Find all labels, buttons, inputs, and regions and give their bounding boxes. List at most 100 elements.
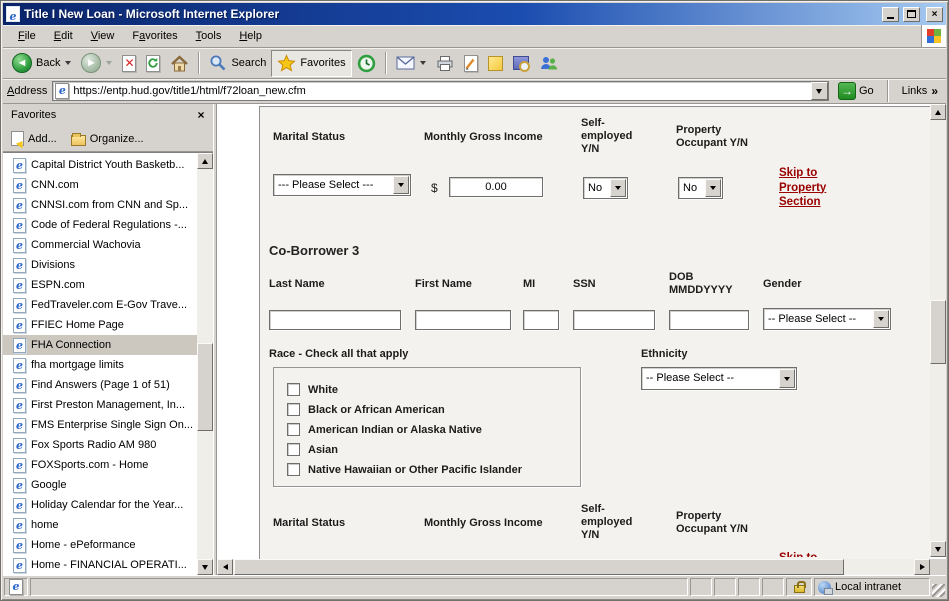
favorite-item[interactable]: Holiday Calendar for the Year... — [3, 495, 197, 515]
favorite-item[interactable]: CNNSI.com from CNN and Sp... — [3, 195, 197, 215]
self-employed-select[interactable]: No — [583, 177, 628, 199]
favorite-item[interactable]: Home - FINANCIAL OPERATI... — [3, 555, 197, 575]
race-checkbox[interactable] — [287, 443, 300, 456]
address-dropdown-button[interactable] — [811, 82, 828, 100]
favorites-scrollbar[interactable] — [197, 153, 213, 575]
favorite-item[interactable]: FHA Connection — [3, 335, 197, 355]
favorite-item[interactable]: Home - ePeformance — [3, 535, 197, 555]
favorite-item[interactable]: fha mortgage limits — [3, 355, 197, 375]
messenger-button[interactable] — [534, 50, 563, 77]
menu-item-help[interactable]: Help — [230, 27, 271, 45]
race-checkbox[interactable] — [287, 383, 300, 396]
search-button[interactable]: Search — [204, 50, 271, 77]
favorite-item[interactable]: ESPN.com — [3, 275, 197, 295]
favorite-item[interactable]: Code of Federal Regulations -... — [3, 215, 197, 235]
mail-button[interactable] — [391, 50, 431, 77]
favorite-item[interactable]: Capital District Youth Basketb... — [3, 155, 197, 175]
menu-item-view[interactable]: View — [82, 27, 124, 45]
add-favorite-label: Add... — [28, 133, 57, 145]
scrollbar-thumb[interactable] — [234, 559, 844, 575]
scrollbar-thumb[interactable] — [930, 300, 946, 364]
mi-label: MI — [523, 278, 535, 291]
skip-to-property-link[interactable]: Skip to Property Section — [779, 166, 849, 210]
content-horizontal-scrollbar[interactable] — [217, 559, 930, 575]
back-button[interactable]: ◄ Back — [7, 50, 76, 77]
links-button[interactable]: Links » — [898, 84, 942, 98]
favorite-item[interactable]: FedTraveler.com E-Gov Trave... — [3, 295, 197, 315]
print-button[interactable] — [431, 50, 459, 77]
scroll-down-button[interactable] — [930, 541, 946, 557]
favorite-item[interactable]: FOXSports.com - Home — [3, 455, 197, 475]
home-button[interactable] — [165, 50, 194, 77]
edit-button[interactable] — [459, 50, 483, 77]
scroll-up-button[interactable] — [197, 153, 213, 169]
favorite-item[interactable]: Find Answers (Page 1 of 51) — [3, 375, 197, 395]
discuss-button[interactable] — [483, 50, 508, 77]
scroll-down-button[interactable] — [197, 559, 213, 575]
monthly-income-input[interactable] — [449, 177, 543, 197]
ssn-input[interactable] — [573, 310, 655, 330]
marital-status-select[interactable]: --- Please Select --- — [273, 174, 411, 196]
mail-dropdown-icon[interactable] — [420, 61, 426, 65]
combo-arrow-button[interactable] — [873, 310, 889, 328]
minimize-button[interactable] — [882, 7, 899, 22]
research-button[interactable] — [508, 50, 534, 77]
close-button[interactable]: × — [926, 7, 943, 22]
back-dropdown-icon[interactable] — [65, 61, 71, 65]
scrollbar-thumb[interactable] — [197, 343, 213, 431]
menu-item-favorites[interactable]: Favorites — [123, 27, 186, 45]
race-checkbox[interactable] — [287, 423, 300, 436]
mi-input[interactable] — [523, 310, 559, 330]
menu-item-edit[interactable]: Edit — [45, 27, 82, 45]
first-name-input[interactable] — [415, 310, 511, 330]
scroll-right-button[interactable] — [914, 559, 930, 575]
last-name-label: Last Name — [269, 278, 325, 291]
menu-item-file[interactable]: File — [9, 27, 45, 45]
dob-input[interactable] — [669, 310, 749, 330]
address-url[interactable]: https://entp.hud.gov/title1/html/f72loan… — [73, 85, 807, 97]
add-favorite-button[interactable]: Add... — [11, 131, 57, 146]
refresh-button[interactable] — [141, 50, 165, 77]
forward-button[interactable]: ► — [76, 50, 117, 77]
address-field[interactable]: https://entp.hud.gov/title1/html/f72loan… — [52, 81, 829, 101]
race-checkbox[interactable] — [287, 403, 300, 416]
ethnicity-select[interactable]: -- Please Select -- — [641, 367, 797, 390]
menu-item-tools[interactable]: Tools — [187, 27, 231, 45]
maximize-button[interactable] — [903, 7, 920, 22]
scroll-left-button[interactable] — [217, 559, 233, 575]
combo-arrow-button[interactable] — [610, 179, 626, 197]
gender-select[interactable]: -- Please Select -- — [763, 308, 891, 330]
resize-grip-icon[interactable] — [932, 584, 945, 597]
favorite-item[interactable]: FFIEC Home Page — [3, 315, 197, 335]
favorite-item[interactable]: Commercial Wachovia — [3, 235, 197, 255]
marital-status-label: Marital Status — [273, 131, 345, 144]
favorite-item[interactable]: FMS Enterprise Single Sign On... — [3, 415, 197, 435]
combo-arrow-button[interactable] — [705, 179, 721, 197]
chevron-down-icon — [398, 183, 404, 187]
go-button[interactable]: → Go — [834, 81, 878, 101]
close-icon: × — [197, 108, 204, 122]
favorite-item[interactable]: Google — [3, 475, 197, 495]
favorites-pane-close-button[interactable]: × — [193, 108, 209, 122]
favorite-item[interactable]: CNN.com — [3, 175, 197, 195]
main-area: Favorites × Add... Organize... Capital D… — [3, 104, 946, 575]
favorites-button[interactable]: Favorites — [271, 50, 351, 77]
race-checkbox[interactable] — [287, 463, 300, 476]
property-occupant-select[interactable]: No — [678, 177, 723, 199]
favorite-item[interactable]: First Preston Management, In... — [3, 395, 197, 415]
content-vertical-scrollbar[interactable] — [930, 104, 946, 557]
scroll-up-button[interactable] — [930, 104, 946, 120]
organize-favorites-button[interactable]: Organize... — [71, 132, 144, 146]
favorite-item[interactable]: Divisions — [3, 255, 197, 275]
combo-arrow-button[interactable] — [779, 369, 795, 388]
last-name-input[interactable] — [269, 310, 401, 330]
skip-to-property-link-2[interactable]: Skip to Property Section — [779, 552, 826, 557]
favorite-item-label: Code of Federal Regulations -... — [31, 219, 187, 231]
forward-dropdown-icon[interactable] — [106, 61, 112, 65]
ie-page-icon — [9, 579, 23, 595]
stop-button[interactable]: ✕ — [117, 50, 141, 77]
favorite-item[interactable]: Fox Sports Radio AM 980 — [3, 435, 197, 455]
history-button[interactable] — [352, 50, 381, 77]
favorite-item[interactable]: home — [3, 515, 197, 535]
combo-arrow-button[interactable] — [393, 176, 409, 194]
